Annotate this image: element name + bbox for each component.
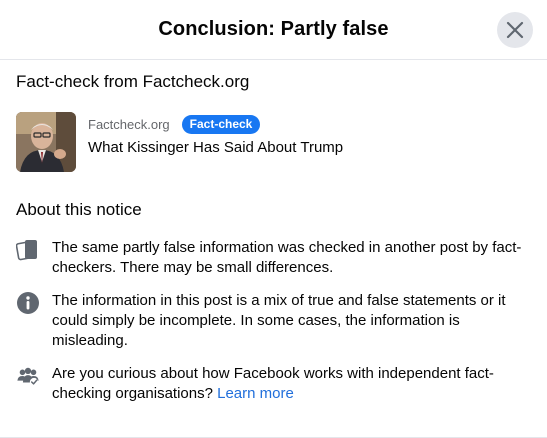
fact-check-dialog: Conclusion: Partly false Fact-check from… [0, 0, 547, 438]
notice-text-container: Are you curious about how Facebook works… [52, 364, 531, 404]
article-headline[interactable]: What Kissinger Has Said About Trump [88, 139, 343, 156]
close-button[interactable] [497, 12, 533, 48]
info-icon [16, 291, 40, 315]
dialog-title: Conclusion: Partly false [158, 18, 389, 40]
about-heading: About this notice [16, 200, 142, 219]
notice-text: The information in this post is a mix of… [52, 292, 506, 349]
close-icon [506, 21, 524, 39]
article-thumbnail-photo [16, 112, 76, 172]
notice-item-learn: Are you curious about how Facebook works… [16, 364, 531, 404]
people-check-icon [16, 364, 40, 388]
factcheck-badge: Fact-check [181, 115, 261, 134]
notice-text: The same partly false information was ch… [52, 239, 522, 276]
notice-item-duplicate: The same partly false information was ch… [16, 238, 531, 278]
notice-item-info: The information in this post is a mix of… [16, 291, 531, 351]
learn-more-link[interactable]: Learn more [217, 385, 294, 402]
factcheck-article-link[interactable]: Factcheck.org Fact-check What Kissinger … [16, 112, 343, 172]
article-thumbnail [16, 112, 76, 172]
dialog-header: Conclusion: Partly false [0, 0, 547, 60]
duplicate-posts-icon [16, 238, 40, 262]
factcheck-heading: Fact-check from Factcheck.org [16, 72, 250, 91]
article-source: Factcheck.org [88, 117, 170, 132]
